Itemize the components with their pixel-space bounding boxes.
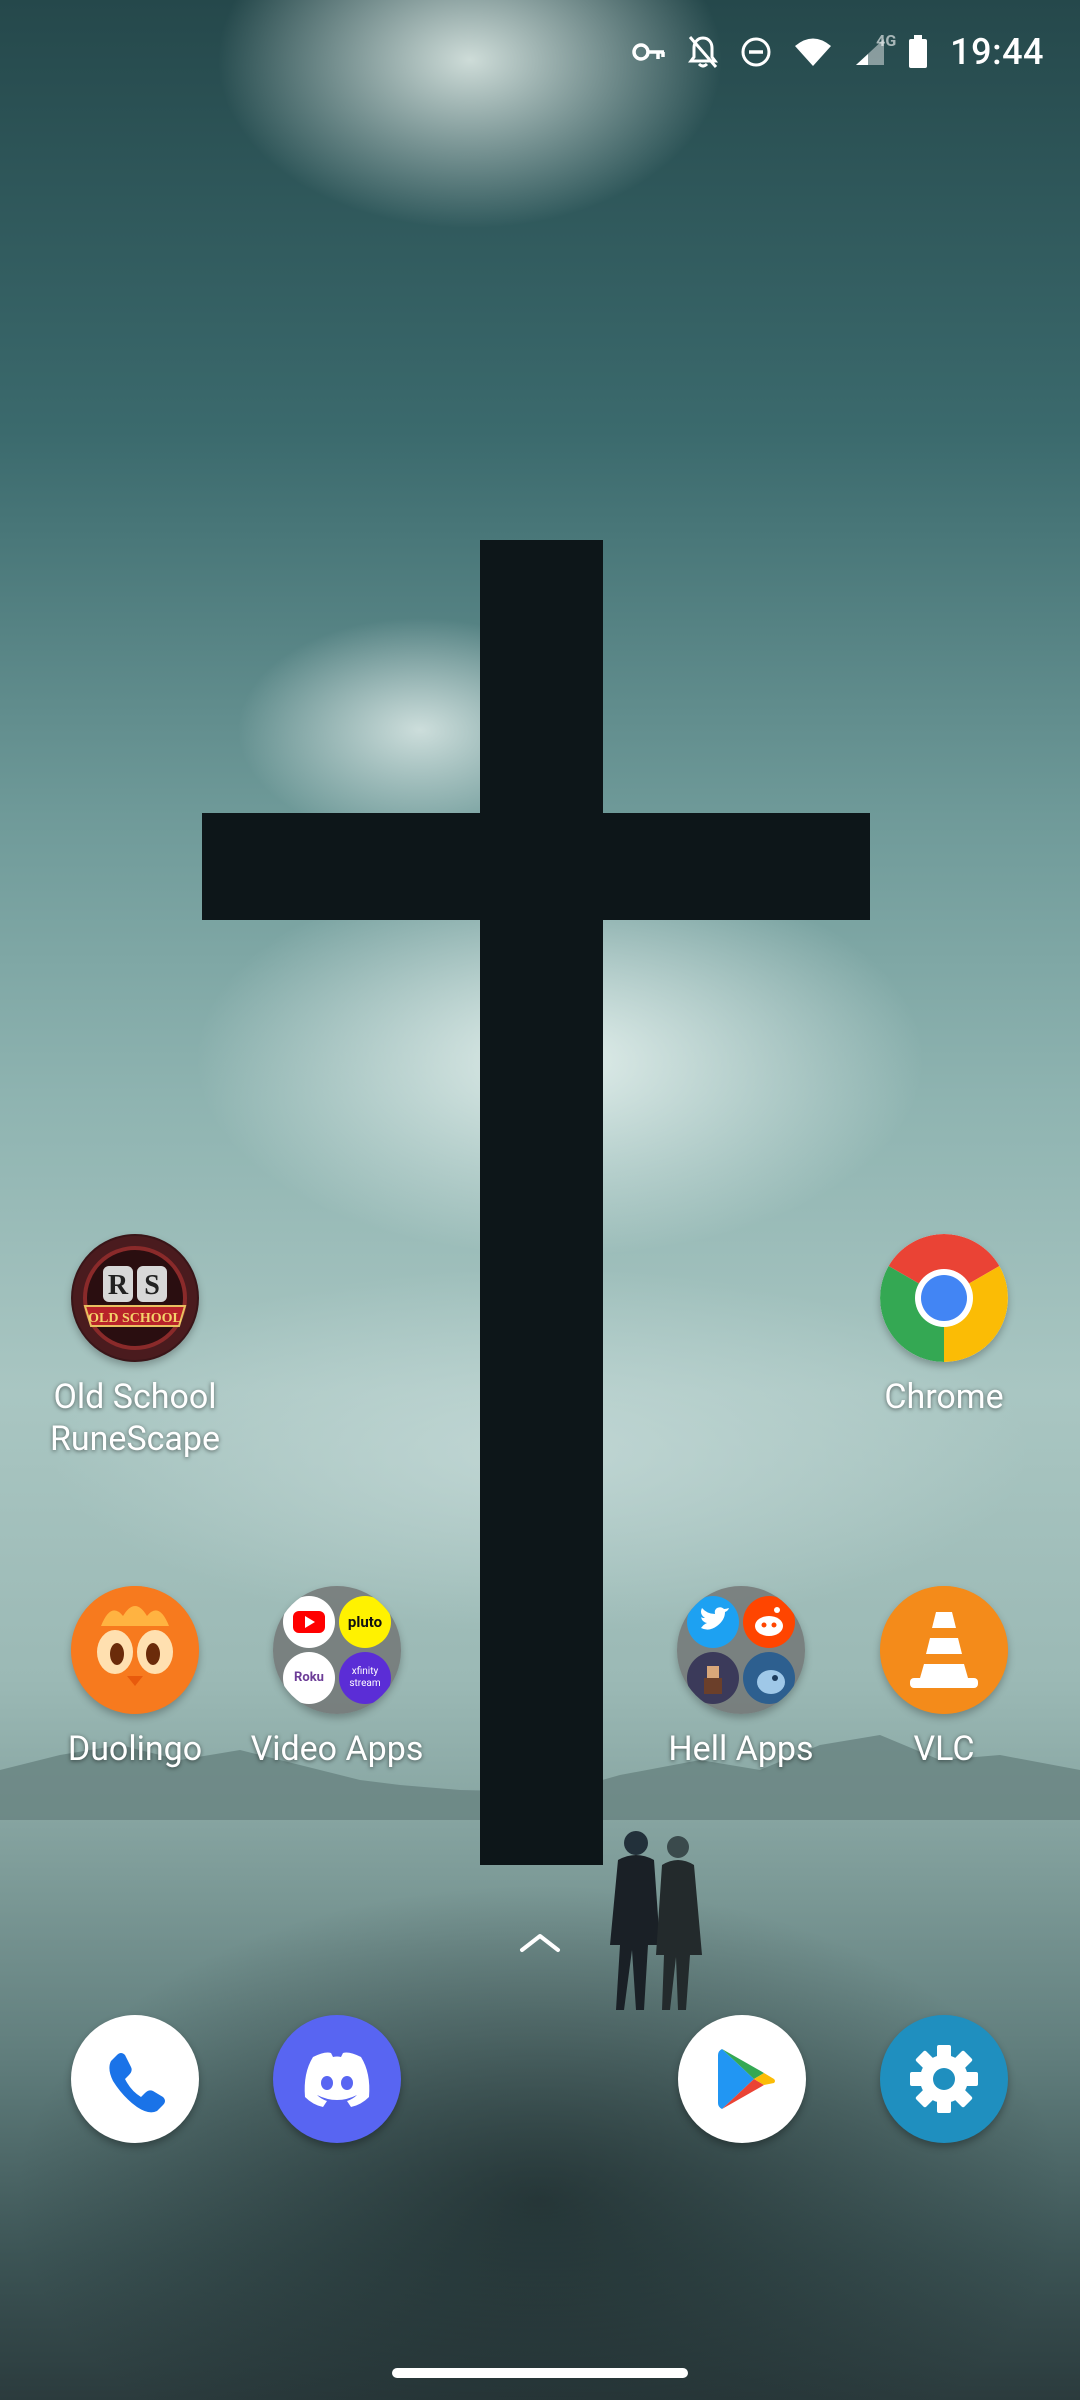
dock-settings[interactable] [880, 2015, 1008, 2143]
phone-icon [109, 2053, 165, 2113]
pluto-label: pluto [347, 1613, 383, 1631]
app-vlc[interactable]: VLC [844, 1586, 1044, 1770]
network-type-label: 4G [876, 31, 897, 50]
do-not-disturb-icon [740, 36, 772, 68]
blue-creature-icon [743, 1652, 795, 1704]
xfinity-stream-icon: xfinity stream [339, 1652, 391, 1704]
settings-gear-icon [910, 2045, 978, 2113]
app-chrome[interactable]: Chrome [844, 1234, 1044, 1418]
rs-letter-r: R [108, 1270, 129, 1301]
discord-icon [304, 2052, 370, 2107]
reddit-icon [743, 1596, 795, 1648]
folder-icon: pluto Roku xfinity stream [273, 1586, 401, 1714]
folder-icon [677, 1586, 805, 1714]
walking-couple-figures [610, 1831, 702, 2010]
notifications-off-icon [688, 35, 719, 69]
cross-horizontal-beam [202, 813, 870, 920]
twitter-icon [687, 1596, 739, 1648]
dock-play-store[interactable] [678, 2015, 806, 2143]
app-drawer-chevron-up-icon[interactable] [518, 1930, 562, 1954]
xfinity-label: xfinity stream [349, 1666, 381, 1689]
wifi-icon [794, 37, 832, 67]
status-bar: 4G 19:44 [632, 24, 1044, 80]
rs-letter-s: S [144, 1270, 160, 1301]
play-store-icon [718, 2049, 775, 2109]
cross-vertical-beam [480, 540, 603, 1865]
app-label: Old School RuneScape [49, 1377, 221, 1459]
vlc-icon [880, 1586, 1008, 1714]
old-school-runescape-icon: R S OLD SCHOOL [71, 1234, 199, 1362]
duolingo-icon [71, 1586, 199, 1714]
gesture-navigation-bar[interactable] [392, 2368, 688, 2378]
app-label: Video Apps [250, 1729, 424, 1769]
battery-icon [908, 35, 928, 69]
vpn-key-icon [632, 41, 666, 63]
dock-phone[interactable] [71, 2015, 199, 2143]
app-label: Duolingo [67, 1729, 203, 1769]
cell-signal-icon: 4G [854, 31, 896, 67]
youtube-icon [283, 1596, 335, 1648]
app-old-school-runescape[interactable]: R S OLD SCHOOL Old School RuneScape [35, 1234, 235, 1460]
app-duolingo[interactable]: Duolingo [35, 1586, 235, 1770]
roku-label: Roku [294, 1670, 324, 1685]
folder-hell-apps[interactable]: Hell Apps [641, 1586, 841, 1770]
folder-video-apps[interactable]: pluto Roku xfinity stream Video Apps [237, 1586, 437, 1770]
status-clock: 19:44 [950, 31, 1044, 73]
game-character-icon [687, 1652, 739, 1704]
app-label: Chrome [884, 1377, 1004, 1417]
app-label: Hell Apps [668, 1729, 814, 1769]
dock-discord[interactable] [273, 2015, 401, 2143]
roku-icon: Roku [283, 1652, 335, 1704]
old-school-banner-text: OLD SCHOOL [88, 1311, 182, 1326]
app-label: VLC [913, 1729, 975, 1769]
chrome-icon [880, 1234, 1008, 1362]
pluto-tv-icon: pluto [339, 1596, 391, 1648]
